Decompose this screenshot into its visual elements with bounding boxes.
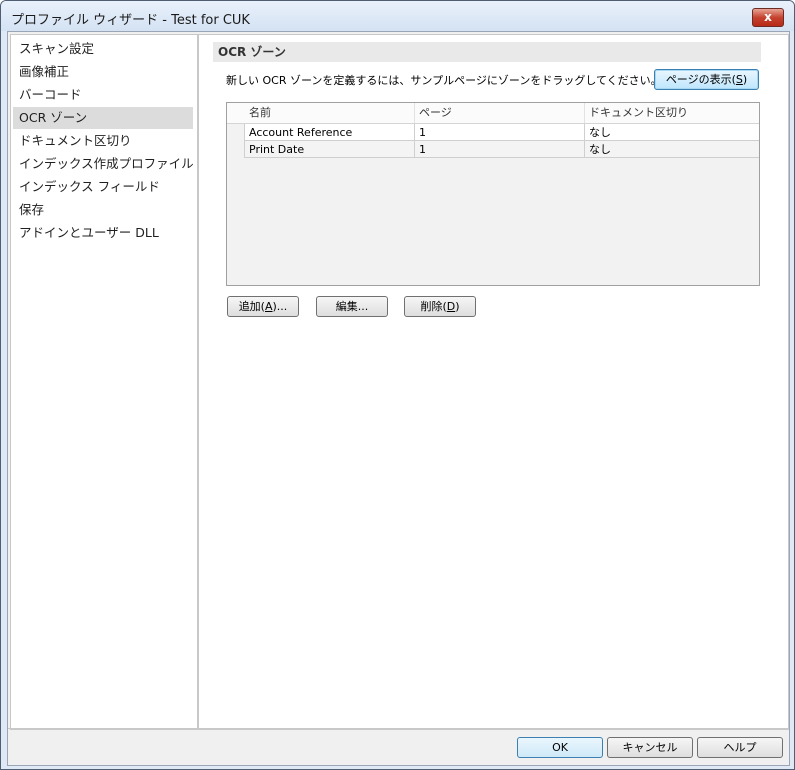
cell-name: Account Reference [244,124,414,141]
ok-button[interactable]: OK [517,737,603,758]
add-suffix: )... [272,300,288,313]
nav-item-save[interactable]: 保存 [11,199,197,221]
cell-doc-separation: なし [584,124,759,141]
profile-wizard-window: プロファイル ウィザード - Test for CUK x スキャン設定 画像補… [0,0,795,770]
help-button[interactable]: ヘルプ [697,737,783,758]
show-page-suffix: ) [742,73,748,86]
nav-item-index-fields[interactable]: インデックス フィールド [11,176,197,198]
delete-mnemonic: D [446,300,456,313]
close-icon: x [764,10,772,24]
window-title: プロファイル ウィザード - Test for CUK [11,13,250,28]
row-gutter [227,124,244,141]
delete-suffix: ) [455,300,460,313]
add-mnemonic: A [264,300,273,313]
list-header: 名前 ページ ドキュメント区切り [227,103,759,124]
column-header-doc-separation[interactable]: ドキュメント区切り [584,103,759,123]
ocr-zone-list[interactable]: 名前 ページ ドキュメント区切り Account Reference 1 なし … [226,102,760,286]
cell-page: 1 [414,124,584,141]
footer-divider [8,728,789,729]
cancel-button[interactable]: キャンセル [607,737,693,758]
row-gutter [227,141,244,158]
dialog-body: スキャン設定 画像補正 バーコード OCR ゾーン ドキュメント区切り インデッ… [7,31,790,766]
nav-item-indexing-profile[interactable]: インデックス作成プロファイル [11,153,197,175]
wizard-nav: スキャン設定 画像補正 バーコード OCR ゾーン ドキュメント区切り インデッ… [10,34,198,730]
nav-item-image-correction[interactable]: 画像補正 [11,61,197,83]
add-button[interactable]: 追加(A)... [227,296,299,317]
table-row[interactable]: Account Reference 1 なし [227,124,759,141]
edit-button[interactable]: 編集... [316,296,388,317]
delete-label: 削除( [420,300,447,313]
show-page-mnemonic: S [735,73,743,86]
nav-item-document-separation[interactable]: ドキュメント区切り [11,130,197,152]
nav-item-scan-settings[interactable]: スキャン設定 [11,38,197,60]
nav-item-ocr-zones[interactable]: OCR ゾーン [13,107,193,129]
show-page-button[interactable]: ページの表示(S) [654,69,759,90]
table-row[interactable]: Print Date 1 なし [227,141,759,158]
nav-item-barcode[interactable]: バーコード [11,84,197,106]
close-button[interactable]: x [752,8,784,27]
nav-item-addins-user-dll[interactable]: アドインとユーザー DLL [11,222,197,244]
column-header-page[interactable]: ページ [414,103,584,123]
cell-doc-separation: なし [584,141,759,158]
section-title: OCR ゾーン [213,42,761,62]
show-page-label: ページの表示( [665,73,736,86]
title-bar[interactable]: プロファイル ウィザード - Test for CUK x [1,1,794,31]
instruction-text: 新しい OCR ゾーンを定義するには、サンプルページにゾーンをドラッグしてくださ… [226,74,662,87]
ocr-zone-panel: OCR ゾーン 新しい OCR ゾーンを定義するには、サンプルページにゾーンをド… [198,34,789,730]
delete-button[interactable]: 削除(D) [404,296,476,317]
add-label: 追加( [238,300,265,313]
column-header-name[interactable]: 名前 [244,103,414,123]
cell-name: Print Date [244,141,414,158]
cell-page: 1 [414,141,584,158]
edit-label: 編集... [335,300,369,313]
